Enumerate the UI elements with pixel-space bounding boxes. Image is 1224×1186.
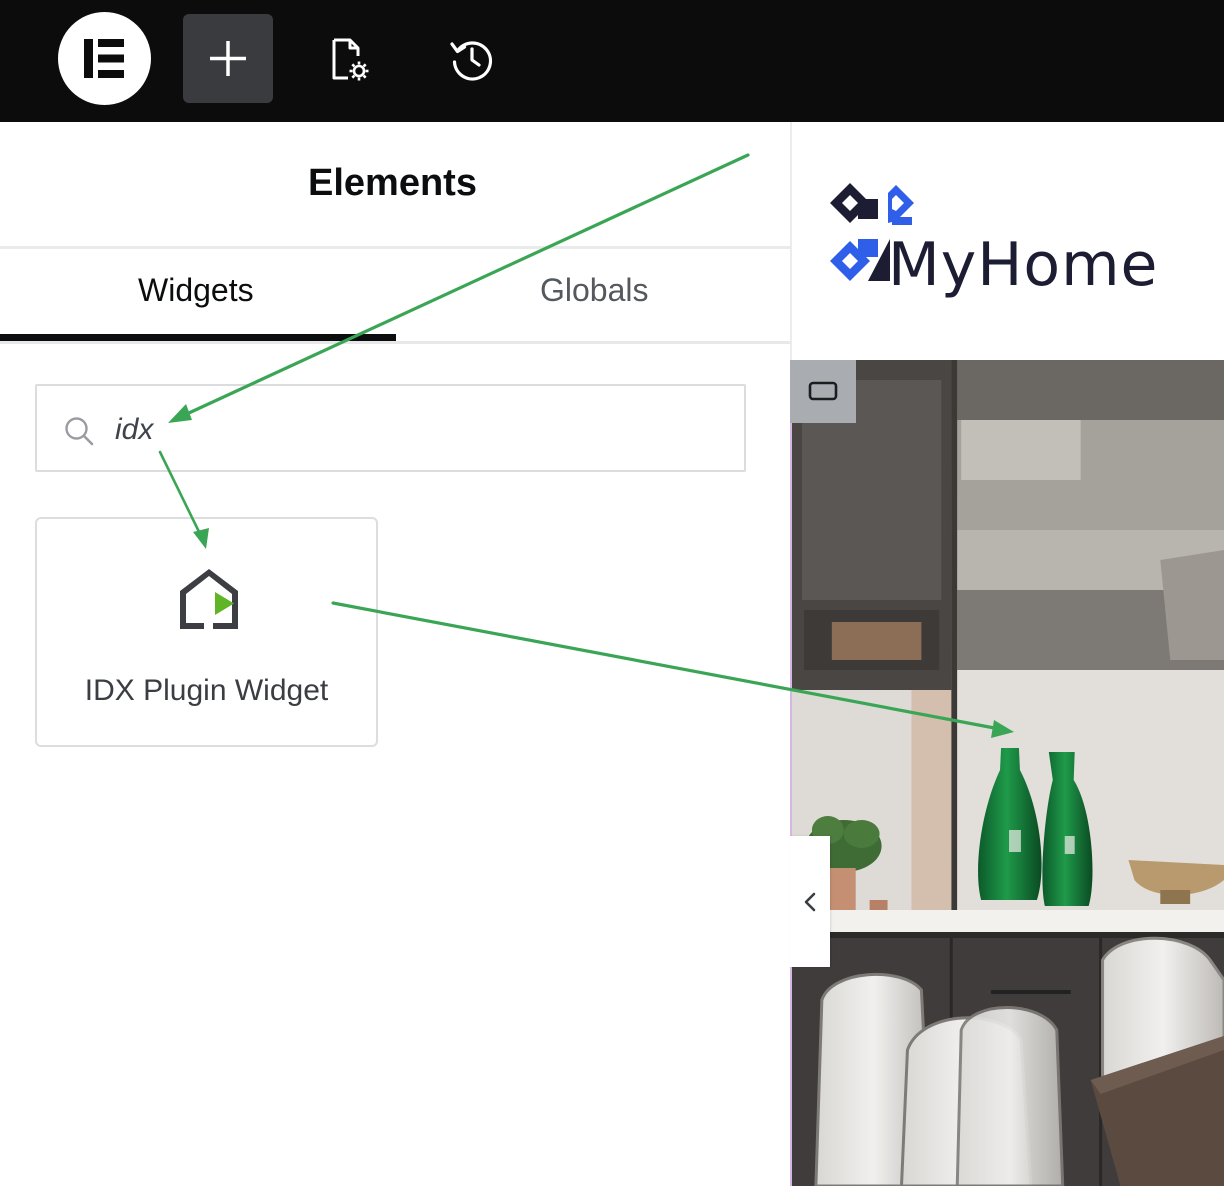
- active-tab-indicator: [0, 334, 396, 341]
- search-icon: [65, 417, 94, 446]
- widget-search-input[interactable]: [113, 406, 717, 454]
- brand-name: MyHome: [888, 230, 1159, 300]
- top-toolbar: [0, 0, 1224, 122]
- elements-panel: Elements Widgets Globals IDX Plugin Widg…: [0, 122, 790, 1186]
- preview-divider: [790, 122, 792, 362]
- widget-label: IDX Plugin Widget: [84, 674, 329, 707]
- collapse-panel-button[interactable]: [790, 836, 830, 967]
- page-settings-icon[interactable]: [324, 34, 374, 84]
- elementor-logo-button[interactable]: [58, 12, 151, 105]
- tab-widgets[interactable]: Widgets: [138, 272, 254, 309]
- widget-search-box[interactable]: [35, 384, 746, 472]
- hero-image: [790, 360, 1224, 1186]
- elementor-logo-icon: [84, 39, 124, 78]
- page-preview: MyHome: [790, 122, 1224, 1186]
- tab-globals[interactable]: Globals: [540, 272, 649, 309]
- idx-house-play-icon: [180, 569, 238, 629]
- history-icon[interactable]: [447, 34, 497, 84]
- section-icon: [808, 381, 838, 401]
- chevron-left-icon: [804, 892, 816, 912]
- idx-plugin-widget-card[interactable]: IDX Plugin Widget: [35, 517, 378, 747]
- tabs-divider: [0, 341, 790, 344]
- plus-icon: [210, 41, 246, 76]
- header-divider: [0, 246, 790, 249]
- add-element-button[interactable]: [183, 14, 273, 103]
- panel-title: Elements: [308, 162, 477, 204]
- section-handle[interactable]: [790, 360, 856, 423]
